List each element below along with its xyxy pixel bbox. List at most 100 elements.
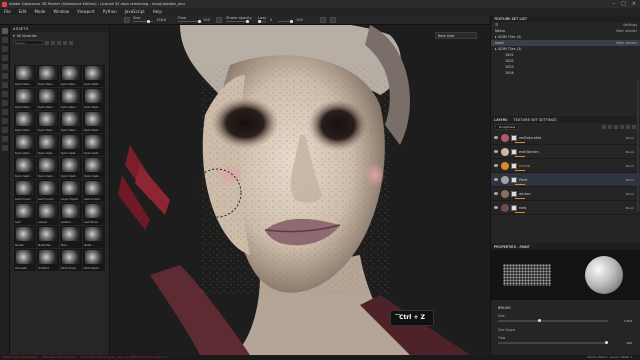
menu-edit[interactable]: Edit: [19, 9, 27, 14]
visibility-eye-icon[interactable]: [494, 150, 498, 153]
asset-tile[interactable]: Kyle's Spat...: [37, 134, 59, 156]
layer-blend-mode[interactable]: Norm: [626, 206, 634, 210]
visibility-eye-icon[interactable]: [494, 136, 498, 139]
visibility-eye-icon[interactable]: [494, 178, 498, 181]
tab-layers[interactable]: LAYERS: [494, 118, 508, 122]
asset-tile[interactable]: Leaf Curved: [37, 180, 59, 202]
layer-name[interactable]: redSaturated: [519, 136, 541, 140]
library-selector[interactable]: ▾ All libraries: [10, 32, 109, 39]
layer-mask-thumbnail[interactable]: [511, 134, 517, 141]
asset-tile[interactable]: Kyle's Real...: [60, 111, 82, 133]
brush-mode-button[interactable]: [124, 17, 130, 23]
asset-tile[interactable]: Kyle's Real...: [37, 88, 59, 110]
grid-icon[interactable]: [330, 17, 336, 23]
layer-name[interactable]: Paint: [519, 178, 527, 182]
menu-help[interactable]: Help: [153, 9, 162, 14]
menu-file[interactable]: File: [4, 9, 11, 14]
menu-window[interactable]: Window: [53, 9, 69, 14]
ts-settings-button[interactable]: Settings: [623, 23, 637, 27]
layer-name[interactable]: Hocesi: [519, 164, 530, 168]
visibility-eye-icon[interactable]: [494, 192, 498, 195]
brush-size-slider[interactable]: [498, 319, 608, 322]
smudge-icon[interactable]: [2, 64, 8, 70]
brush-filter-icon[interactable]: [51, 40, 55, 45]
layer-mask-thumbnail[interactable]: [511, 204, 517, 211]
viewport-3d[interactable]: Base color: [110, 25, 490, 355]
menu-javascript[interactable]: JavaScript: [125, 9, 145, 14]
asset-tile[interactable]: Kyle's Real...: [14, 65, 36, 87]
filter-icon[interactable]: [45, 40, 49, 45]
layer-row[interactable]: redSaturated Norm: [491, 131, 640, 145]
layer-channel-select[interactable]: Roughness: [495, 124, 520, 130]
asset-tile[interactable]: Marker: [14, 226, 36, 248]
layer-name[interactable]: everDarken: [519, 150, 539, 154]
lazy-slider[interactable]: [258, 20, 266, 23]
extra-slider[interactable]: [278, 20, 293, 23]
asset-tile[interactable]: Layer Impact: [60, 180, 82, 202]
size-value[interactable]: 138.6: [156, 18, 166, 22]
shelf-materials-icon[interactable]: [2, 118, 8, 124]
add-effect-icon[interactable]: [620, 125, 624, 129]
layer-blend-mode[interactable]: Norm: [626, 164, 634, 168]
close-button[interactable]: ×: [632, 1, 636, 7]
asset-tile[interactable]: Kyle's Real...: [14, 134, 36, 156]
shelf-alphas-icon[interactable]: [2, 109, 8, 115]
asset-tile[interactable]: Kyle's Spat...: [60, 134, 82, 156]
shelf-smart-icon[interactable]: [2, 127, 8, 133]
asset-tile[interactable]: Kyle's Spat...: [37, 157, 59, 179]
add-layer-icon[interactable]: [608, 125, 612, 129]
projection-icon[interactable]: [2, 46, 8, 52]
brush-size-value[interactable]: 1.654: [623, 319, 632, 323]
view-mode-icon[interactable]: [69, 40, 73, 45]
polygon-fill-icon[interactable]: [2, 55, 8, 61]
maximize-button[interactable]: □: [621, 1, 626, 7]
brush-flow-slider[interactable]: [498, 341, 608, 344]
asset-tile[interactable]: Kyle's Real...: [83, 65, 105, 87]
layer-mask-thumbnail[interactable]: [511, 176, 517, 183]
layer-mask-thumbnail[interactable]: [511, 190, 517, 197]
layer-blend-mode[interactable]: Norm: [626, 150, 634, 154]
shelf-particles-icon[interactable]: [2, 145, 8, 151]
character-head-render[interactable]: [110, 25, 490, 355]
clone-icon[interactable]: [2, 73, 8, 79]
asset-tile[interactable]: Kyle's Spat...: [14, 157, 36, 179]
status-message[interactable]: [GPU] Layer Bake(Mode) ... (UV) Bake lay…: [3, 355, 169, 359]
asset-tile[interactable]: Kyle's Real...: [14, 88, 36, 110]
visibility-eye-icon[interactable]: [494, 206, 498, 209]
ts-menu-icon[interactable]: ☰: [495, 23, 498, 27]
add-mask-icon[interactable]: [614, 125, 618, 129]
texture-set-shader[interactable]: Main shader: [616, 41, 637, 45]
asset-tile[interactable]: Met...: [60, 226, 82, 248]
assets-search-input[interactable]: Search: [13, 40, 43, 45]
add-fill-layer-icon[interactable]: [602, 125, 606, 129]
menu-python[interactable]: Python: [103, 9, 117, 14]
texture-set-shader[interactable]: Main shader: [616, 29, 637, 33]
delete-layer-icon[interactable]: [632, 125, 636, 129]
material-picker-icon[interactable]: [2, 82, 8, 88]
asset-tile[interactable]: Kyle's Real...: [37, 111, 59, 133]
stroke-opacity-slider[interactable]: [226, 20, 249, 23]
size-slider[interactable]: [133, 20, 153, 23]
minimize-button[interactable]: –: [613, 1, 616, 7]
shelf-filters-icon[interactable]: [2, 136, 8, 142]
layer-mask-thumbnail[interactable]: [511, 162, 517, 169]
asset-tile[interactable]: Kyle's Real...: [60, 88, 82, 110]
layer-scrollbar[interactable]: [637, 81, 639, 211]
asset-tile[interactable]: Leaf Curved: [14, 180, 36, 202]
asset-tile[interactable]: Oil Paint: [37, 249, 59, 271]
layer-row[interactable]: Hocesi Norm: [491, 159, 640, 173]
layer-name[interactable]: reds: [519, 206, 526, 210]
menu-viewport[interactable]: Viewport: [77, 9, 95, 14]
tab-texture-set-settings[interactable]: TEXTURE SET SETTINGS: [514, 118, 557, 122]
brush-flow-value[interactable]: 100: [626, 341, 632, 345]
asset-tile[interactable]: Kyle's Spat...: [83, 134, 105, 156]
flow-slider[interactable]: [178, 20, 201, 23]
extra-value[interactable]: 100: [296, 18, 303, 22]
asset-tile[interactable]: Leaf Curved: [83, 180, 105, 202]
eraser-icon[interactable]: [2, 37, 8, 43]
asset-tile[interactable]: Leaves: [37, 203, 59, 225]
asset-tile[interactable]: Oil Leaks: [14, 249, 36, 271]
texture-filter-icon[interactable]: [63, 40, 67, 45]
add-folder-icon[interactable]: [626, 125, 630, 129]
material-filter-icon[interactable]: [57, 40, 61, 45]
